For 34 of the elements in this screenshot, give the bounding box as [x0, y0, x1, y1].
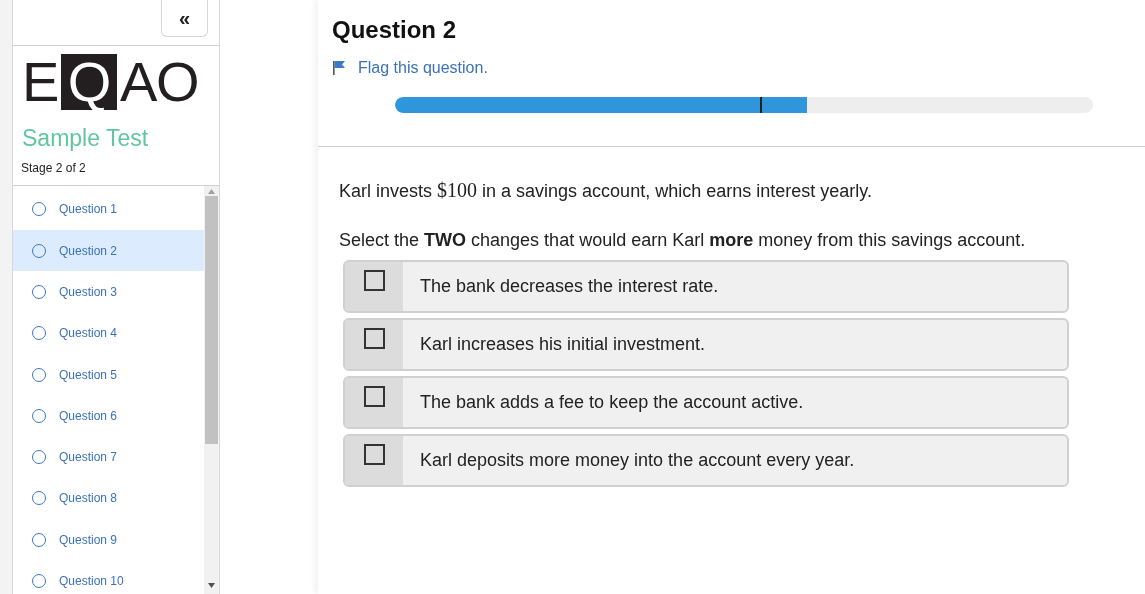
- question-nav-item[interactable]: Question 5: [13, 353, 204, 396]
- checkbox[interactable]: [363, 328, 385, 349]
- answer-option[interactable]: The bank adds a fee to keep the account active.: [343, 376, 1069, 429]
- scrollbar[interactable]: [204, 185, 219, 594]
- question-nav-item[interactable]: Question 6: [13, 395, 204, 437]
- question-nav-item[interactable]: Question 1: [13, 188, 204, 231]
- flag-icon: [332, 60, 346, 76]
- question-nav-item[interactable]: Question 9: [13, 519, 204, 561]
- option-text: The bank decreases the interest rate.: [419, 275, 719, 298]
- scroll-down-icon[interactable]: [208, 583, 215, 588]
- logo: E Q AO: [22, 54, 199, 110]
- question-nav-item[interactable]: Question 4: [13, 312, 204, 354]
- question-nav-item[interactable]: Question 7: [13, 436, 204, 478]
- scrollbar-thumb[interactable]: [205, 195, 218, 444]
- flag-link[interactable]: Flag this question.: [332, 56, 488, 80]
- question-title: Question 2: [332, 15, 457, 45]
- answer-option[interactable]: Karl increases his initial investment.: [343, 318, 1069, 371]
- option-text: Karl increases his initial investment.: [419, 333, 706, 356]
- checkbox[interactable]: [363, 444, 385, 465]
- option-text: Karl deposits more money into the account every year.: [419, 449, 855, 472]
- checkbox[interactable]: [363, 270, 385, 291]
- test-title: Sample Test: [22, 124, 149, 153]
- collapse-button[interactable]: «: [161, 0, 208, 37]
- question-nav-item[interactable]: Question 3: [13, 271, 204, 313]
- question-nav-item[interactable]: Question 2: [13, 230, 204, 272]
- checkbox[interactable]: [363, 386, 385, 407]
- question-nav-item[interactable]: Question 10: [13, 560, 204, 594]
- answer-option[interactable]: The bank decreases the interest rate.: [343, 260, 1069, 313]
- stage-label: Stage 2 of 2: [21, 159, 86, 177]
- option-text: The bank adds a fee to keep the account active.: [419, 391, 804, 414]
- question-instruction: Select the TWO changes that would earn Karl more money from this savings account.: [339, 229, 1026, 252]
- answer-option[interactable]: Karl deposits more money into the account every year.: [343, 434, 1069, 487]
- question-nav-item[interactable]: Question 8: [13, 477, 204, 520]
- question-stem: Karl invests $100 in a savings account, which earns interest yearly.: [339, 178, 872, 203]
